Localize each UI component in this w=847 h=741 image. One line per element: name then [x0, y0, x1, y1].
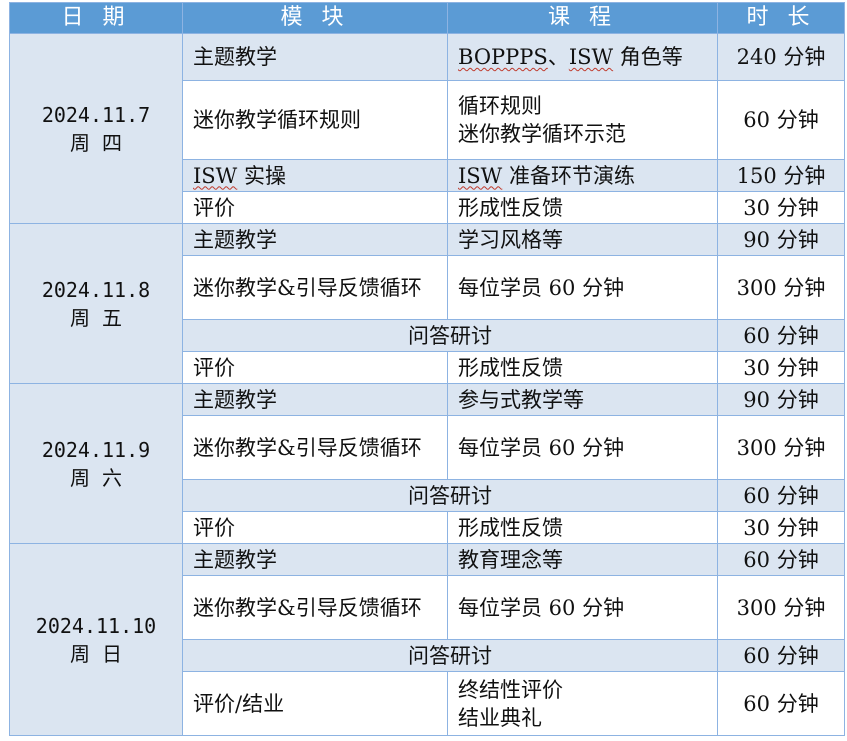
- duration-cell: 60 分钟: [717, 80, 845, 160]
- table-row: 2024.11.8 周 五 主题教学 学习风格等 90 分钟: [9, 223, 845, 384]
- module-cell: 主题教学: [182, 33, 448, 81]
- course-cell: 参与式教学等: [447, 383, 718, 416]
- date-cell: 2024.11.8 周 五: [9, 223, 183, 384]
- duration-cell: 240 分钟: [717, 33, 845, 81]
- header-duration: 时 长: [717, 2, 845, 34]
- duration-cell: 30 分钟: [717, 511, 845, 544]
- weekday-label: 周 五: [69, 305, 123, 330]
- course-cell: 每位学员 60 分钟: [447, 575, 718, 640]
- module-text: ISW: [193, 163, 238, 188]
- module-cell: 迷你教学&引导反馈循环: [182, 575, 448, 640]
- table-row: 2024.11.9 周 六 主题教学 参与式教学等 90 分钟: [9, 383, 845, 544]
- duration-cell: 60 分钟: [717, 671, 845, 736]
- duration-cell: 90 分钟: [717, 223, 845, 256]
- duration-cell: 300 分钟: [717, 415, 845, 480]
- course-cell: 学习风格等: [447, 223, 718, 256]
- header-date: 日 期: [9, 2, 183, 34]
- course-text: 准备环节演练: [502, 163, 635, 188]
- duration-cell: 300 分钟: [717, 575, 845, 640]
- module-cell: 评价: [182, 511, 448, 544]
- date-label: 2024.11.8: [41, 277, 151, 302]
- duration-cell: 60 分钟: [717, 479, 845, 512]
- schedule-table: 日 期 模 块 课 程 时 长 2024.11.7 周 四 主题教学 BOPPP…: [9, 2, 845, 736]
- module-cell: 主题教学: [182, 383, 448, 416]
- date-label: 2024.11.9: [41, 437, 151, 462]
- duration-cell: 60 分钟: [717, 543, 845, 576]
- course-text: ISW: [568, 45, 614, 69]
- course-cell: 形成性反馈: [447, 511, 718, 544]
- module-cell: 评价: [182, 191, 448, 224]
- module-cell: 迷你教学循环规则: [182, 80, 448, 160]
- duration-cell: 60 分钟: [717, 319, 845, 352]
- qa-discussion-cell: 问答研讨: [182, 319, 718, 352]
- duration-cell: 150 分钟: [717, 159, 845, 192]
- duration-cell: 300 分钟: [717, 255, 845, 320]
- module-cell: 主题教学: [182, 543, 448, 576]
- course-cell: 形成性反馈: [447, 351, 718, 384]
- course-cell: 每位学员 60 分钟: [447, 415, 718, 480]
- date-cell: 2024.11.7 周 四: [9, 33, 183, 224]
- course-text: 角色等: [613, 45, 683, 69]
- duration-cell: 30 分钟: [717, 351, 845, 384]
- table-row: 2024.11.10 周 日 主题教学 教育理念等 60 分钟: [9, 543, 845, 736]
- qa-discussion-cell: 问答研讨: [182, 639, 718, 672]
- date-cell: 2024.11.9 周 六: [9, 383, 183, 544]
- course-text: ISW: [458, 163, 503, 188]
- module-cell: 迷你教学&引导反馈循环: [182, 255, 448, 320]
- module-cell: 迷你教学&引导反馈循环: [182, 415, 448, 480]
- course-cell: 每位学员 60 分钟: [447, 255, 718, 320]
- module-cell: ISW 实操: [182, 159, 448, 192]
- header-course: 课 程: [447, 2, 718, 34]
- date-label: 2024.11.10: [35, 613, 157, 638]
- course-line: 终结性评价: [458, 677, 563, 702]
- course-text: 、: [547, 45, 569, 69]
- duration-cell: 90 分钟: [717, 383, 845, 416]
- qa-discussion-cell: 问答研讨: [182, 479, 718, 512]
- date-cell: 2024.11.10 周 日: [9, 543, 183, 736]
- course-line: 迷你教学循环示范: [458, 122, 626, 146]
- weekday-label: 周 六: [69, 465, 123, 490]
- module-cell: 主题教学: [182, 223, 448, 256]
- course-line: 结业典礼: [458, 705, 542, 730]
- table-row: 2024.11.7 周 四 主题教学 BOPPPS、ISW 角色等 240 分钟: [9, 33, 845, 224]
- duration-cell: 60 分钟: [717, 639, 845, 672]
- weekday-label: 周 四: [69, 130, 123, 155]
- course-cell: 终结性评价 结业典礼: [447, 671, 718, 736]
- header-row: 日 期 模 块 课 程 时 长: [9, 2, 845, 34]
- header-module: 模 块: [182, 2, 448, 34]
- duration-cell: 30 分钟: [717, 191, 845, 224]
- date-label: 2024.11.7: [41, 102, 151, 127]
- course-cell: ISW 准备环节演练: [447, 159, 718, 192]
- course-cell: 形成性反馈: [447, 191, 718, 224]
- weekday-label: 周 日: [69, 641, 123, 666]
- course-line: 循环规则: [458, 94, 542, 118]
- course-text: BOPPPS: [458, 45, 548, 69]
- module-text: 实操: [237, 163, 286, 188]
- module-cell: 评价: [182, 351, 448, 384]
- course-cell: 循环规则 迷你教学循环示范: [447, 80, 718, 160]
- course-cell: BOPPPS、ISW 角色等: [447, 33, 718, 81]
- course-cell: 教育理念等: [447, 543, 718, 576]
- module-cell: 评价/结业: [182, 671, 448, 736]
